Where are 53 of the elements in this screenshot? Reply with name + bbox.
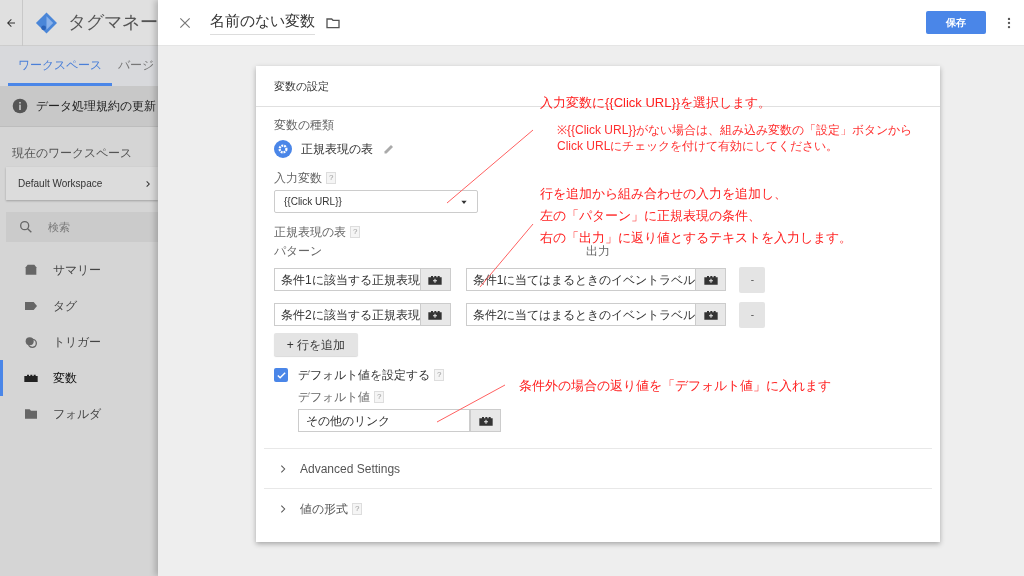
text-field[interactable]: 条件1に当てはまるときのイベントラベル bbox=[465, 268, 727, 291]
column-header: 出力 bbox=[586, 244, 610, 260]
remove-row-button[interactable]: - bbox=[739, 301, 766, 328]
nav-item[interactable]: フォルダ bbox=[0, 396, 158, 432]
input-variable-dropdown[interactable]: {{Click URL}} bbox=[274, 190, 478, 213]
annotation-text: 行を追加から組み合わせの入力を追加し、 左の「パターン」に正規表現の条件、 右の「出力」に返り値とするテキストを入力します。 bbox=[540, 185, 852, 245]
notice-text: データ処理規約の更新 bbox=[36, 98, 156, 115]
text-field[interactable]: その他のリンク bbox=[298, 409, 501, 432]
annotation-text: 入力変数に{{Click URL}}を選択します。 bbox=[540, 94, 772, 112]
annotation-text: ※{{Click URL}}がない場合は、組み込み変数の「設定」ボタンから Click URLにチェックを付けて有効にしてください。 bbox=[557, 122, 913, 154]
field-label: デフォルト値 bbox=[298, 389, 370, 406]
variable-picker-button[interactable] bbox=[419, 269, 450, 290]
search-icon bbox=[18, 219, 34, 235]
text-field[interactable]: 条件2に該当する正規表現 bbox=[274, 303, 451, 326]
variable-picker-button[interactable] bbox=[695, 269, 726, 290]
field-label: 正規表現の表 bbox=[274, 224, 346, 241]
trigger-icon bbox=[23, 334, 39, 350]
text-field[interactable]: 条件2に当てはまるときのイベントラベル bbox=[465, 303, 727, 326]
nav-item[interactable]: タグ bbox=[0, 288, 158, 324]
info-icon bbox=[12, 98, 28, 114]
chevron-right-icon bbox=[278, 503, 288, 514]
annotation-text: 条件外の場合の返り値を「デフォルト値」に入れます bbox=[519, 377, 831, 395]
summary-icon bbox=[23, 262, 39, 278]
close-icon bbox=[178, 15, 192, 30]
expandable-section[interactable]: Advanced Settings bbox=[264, 448, 932, 488]
chevron-right-icon bbox=[278, 463, 288, 474]
text-field[interactable]: 条件1に該当する正規表現 bbox=[274, 268, 451, 291]
add-row-button[interactable]: + 行を追加 bbox=[274, 333, 358, 356]
pencil-icon bbox=[383, 143, 395, 155]
field-label: 入力変数 bbox=[274, 170, 322, 187]
section-label: 現在のワークスペース bbox=[12, 145, 133, 162]
variable-picker-button[interactable] bbox=[470, 410, 500, 431]
checkmark-icon bbox=[275, 369, 287, 381]
remove-row-button[interactable]: - bbox=[739, 266, 766, 293]
variable-type: 正規表現の表 bbox=[301, 141, 373, 158]
checkbox[interactable] bbox=[274, 368, 288, 382]
column-header: パターン bbox=[274, 243, 322, 260]
expandable-section[interactable]: 値の形式 ? bbox=[264, 488, 932, 528]
checkbox-label: デフォルト値を設定する bbox=[298, 367, 430, 384]
save-button[interactable]: 保存 bbox=[926, 11, 986, 34]
gear-icon bbox=[274, 140, 292, 158]
app-title: タグマネー bbox=[68, 11, 158, 34]
back-arrow-icon bbox=[5, 16, 17, 29]
workspace-selector[interactable]: Default Workspace bbox=[6, 167, 158, 200]
variable-name-field[interactable]: 名前のない変数 bbox=[210, 9, 315, 36]
variable-picker-button[interactable] bbox=[695, 304, 726, 325]
leader-line bbox=[436, 384, 506, 423]
nav-item[interactable]: トリガー bbox=[0, 324, 158, 360]
field-label: 変数の種類 bbox=[274, 117, 334, 134]
nav-item[interactable]: サマリー bbox=[0, 252, 158, 288]
variable-picker-button[interactable] bbox=[419, 304, 450, 325]
diamond-logo-icon bbox=[35, 10, 58, 35]
folder-icon bbox=[23, 406, 39, 422]
